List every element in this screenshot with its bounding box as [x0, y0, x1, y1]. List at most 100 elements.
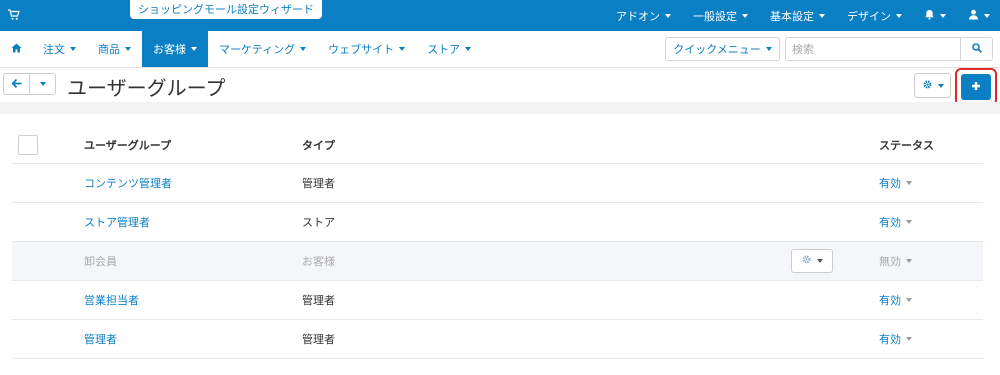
user-group-type: 管理者: [302, 177, 335, 190]
add-button-highlight: [955, 68, 997, 106]
chevron-down-icon: [70, 47, 76, 51]
column-header-user-group[interactable]: ユーザーグループ: [84, 127, 171, 163]
plus-icon: [971, 80, 981, 94]
chevron-down-icon: [896, 13, 902, 18]
chevron-down-icon: [465, 47, 472, 51]
user-group-type: 管理者: [302, 294, 335, 307]
chevron-down-icon: [191, 47, 197, 51]
header-divider: [0, 102, 1000, 114]
table-row: コンテンツ管理者 管理者 有効: [12, 164, 983, 203]
user-group-type: お客様: [302, 255, 335, 268]
topnav-design-label: デザイン: [847, 9, 891, 23]
page-title: ユーザーグループ: [67, 76, 226, 100]
home-button[interactable]: [0, 31, 32, 67]
user-group-name-link[interactable]: 卸会員: [84, 253, 117, 269]
quick-menu-button[interactable]: クイックメニュー: [665, 37, 780, 61]
nav-marketing-label: マーケティング: [219, 43, 296, 56]
user-group-name-link[interactable]: コンテンツ管理者: [84, 175, 172, 191]
nav-customers[interactable]: お客様: [142, 31, 208, 67]
main-nav: 注文 商品 お客様 マーケティング ウェブサイト ストア クイックメニュー: [0, 31, 1000, 68]
notifications-menu[interactable]: [924, 9, 946, 23]
topnav-addons-label: アドオン: [616, 9, 660, 23]
user-menu[interactable]: [968, 9, 990, 23]
user-group-name-link[interactable]: 管理者: [84, 331, 117, 347]
status-label: 有効: [879, 216, 901, 229]
chevron-down-icon: [665, 13, 671, 18]
back-history-dropdown[interactable]: [29, 74, 55, 94]
bell-icon: [924, 9, 935, 23]
topnav-design[interactable]: デザイン: [847, 8, 902, 24]
quick-menu-label: クイックメニュー: [673, 43, 761, 56]
nav-store[interactable]: ストア: [416, 31, 482, 67]
status-label: 有効: [879, 333, 901, 346]
user-groups-table: ユーザーグループ タイプ ステータス コンテンツ管理者 管理者 有効 ストア管理…: [12, 127, 983, 359]
nav-website[interactable]: ウェブサイト: [317, 31, 416, 67]
select-all-checkbox[interactable]: [18, 135, 38, 155]
status-dropdown[interactable]: 有効: [879, 331, 912, 347]
chevron-down-icon: [906, 337, 912, 341]
chevron-down-icon: [940, 13, 946, 18]
chevron-down-icon: [906, 181, 912, 185]
topnav-general-settings[interactable]: 一般設定: [693, 8, 748, 24]
nav-store-label: ストア: [427, 43, 461, 56]
topnav-basic-settings-label: 基本設定: [770, 9, 814, 23]
nav-website-label: ウェブサイト: [328, 43, 395, 56]
user-group-name-link[interactable]: 営業担当者: [84, 292, 139, 308]
topnav-basic-settings[interactable]: 基本設定: [770, 8, 825, 24]
status-label: 無効: [879, 255, 901, 268]
nav-marketing[interactable]: マーケティング: [208, 31, 317, 67]
chevron-down-icon: [300, 47, 307, 51]
chevron-down-icon: [399, 47, 406, 51]
user-group-name-link[interactable]: ストア管理者: [84, 214, 150, 230]
gear-icon: [922, 79, 933, 93]
gear-icon: [801, 254, 812, 268]
user-group-type: ストア: [302, 216, 335, 229]
table-header-row: ユーザーグループ タイプ ステータス: [12, 127, 983, 164]
chevron-down-icon: [819, 13, 825, 18]
arrow-left-icon: [11, 77, 22, 91]
chevron-down-icon: [906, 259, 912, 263]
search-icon: [971, 42, 982, 56]
back-button[interactable]: [4, 74, 29, 94]
chevron-down-icon: [742, 13, 748, 18]
top-bar: ショッピングモール設定ウィザード アドオン 一般設定 基本設定 デザイン: [0, 0, 1000, 31]
status-label: 有効: [879, 294, 901, 307]
chevron-down-icon: [125, 47, 131, 51]
chevron-down-icon: [39, 82, 46, 86]
chevron-down-icon: [906, 220, 912, 224]
chevron-down-icon: [937, 83, 944, 88]
chevron-down-icon: [765, 47, 772, 51]
nav-products[interactable]: 商品: [87, 31, 142, 67]
user-icon: [968, 9, 979, 23]
nav-orders[interactable]: 注文: [32, 31, 87, 67]
main-menu: 注文 商品 お客様 マーケティング ウェブサイト ストア: [32, 31, 482, 67]
row-actions-button[interactable]: [791, 249, 833, 273]
topnav-addons[interactable]: アドオン: [616, 8, 671, 24]
chevron-down-icon: [906, 298, 912, 302]
status-dropdown[interactable]: 有効: [879, 292, 912, 308]
status-dropdown[interactable]: 有効: [879, 175, 912, 191]
cart-icon[interactable]: [8, 9, 20, 21]
setup-wizard-link[interactable]: ショッピングモール設定ウィザード: [130, 0, 322, 19]
status-dropdown[interactable]: 無効: [879, 253, 912, 269]
search-button[interactable]: [960, 37, 993, 61]
search-input[interactable]: [785, 37, 960, 61]
status-label: 有効: [879, 177, 901, 190]
table-row: 管理者 管理者 有効: [12, 320, 983, 359]
page-header: ユーザーグループ: [0, 68, 1000, 106]
nav-orders-label: 注文: [43, 43, 65, 56]
table-row: ストア管理者 ストア 有効: [12, 203, 983, 242]
nav-customers-label: お客様: [153, 43, 186, 56]
column-header-status[interactable]: ステータス: [879, 127, 934, 163]
table-row: 営業担当者 管理者 有効: [12, 281, 983, 320]
add-user-group-button[interactable]: [961, 74, 991, 100]
status-dropdown[interactable]: 有効: [879, 214, 912, 230]
user-group-type: 管理者: [302, 333, 335, 346]
chevron-down-icon: [984, 13, 990, 18]
settings-dropdown-button[interactable]: [914, 73, 951, 98]
back-button-group: [3, 73, 56, 95]
topnav-general-settings-label: 一般設定: [693, 9, 737, 23]
chevron-down-icon: [817, 259, 823, 263]
column-header-type[interactable]: タイプ: [302, 127, 335, 163]
nav-products-label: 商品: [98, 43, 120, 56]
